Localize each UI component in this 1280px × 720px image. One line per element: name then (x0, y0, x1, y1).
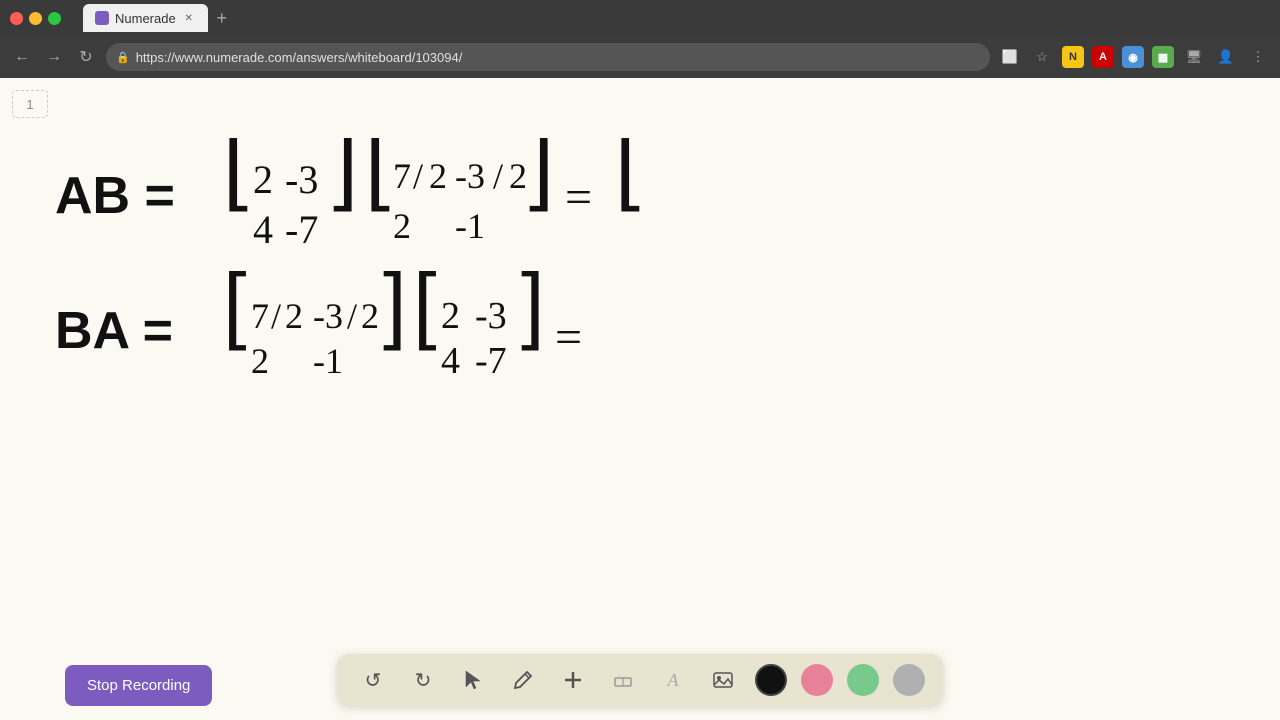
svg-text:2: 2 (441, 295, 460, 337)
svg-text:[: [ (223, 257, 247, 352)
add-button[interactable] (555, 662, 591, 698)
svg-text:-7: -7 (285, 207, 318, 252)
svg-text:-1: -1 (313, 341, 343, 381)
extension-icon-4[interactable]: ▦ (1152, 46, 1174, 68)
color-pink[interactable] (801, 664, 833, 696)
svg-text:/: / (413, 156, 423, 196)
svg-text:2: 2 (285, 296, 303, 336)
back-button[interactable]: ← (10, 45, 34, 69)
svg-text:]: ] (383, 257, 407, 352)
select-tool-button[interactable] (455, 662, 491, 698)
bookmark-button[interactable]: ☆ (1030, 45, 1054, 69)
svg-text:[: [ (223, 138, 248, 213)
browser-frame: Numerade ✕ + ← → ↻ 🔒 https://www.numerad… (0, 0, 1280, 720)
tab-bar: Numerade ✕ + (75, 4, 1270, 32)
svg-text:]: ] (333, 138, 358, 213)
svg-text:4: 4 (253, 207, 273, 252)
active-tab[interactable]: Numerade ✕ (83, 4, 208, 32)
tab-close-button[interactable]: ✕ (182, 11, 196, 25)
color-gray[interactable] (893, 664, 925, 696)
stop-recording-button[interactable]: Stop Recording (65, 665, 212, 706)
extension-icon-2[interactable]: A (1092, 46, 1114, 68)
eraser-button[interactable] (605, 662, 641, 698)
svg-text:[: [ (365, 138, 390, 213)
menu-button[interactable]: ⋮ (1246, 45, 1270, 69)
profile-button[interactable]: 👤 (1214, 45, 1238, 69)
svg-text:[: [ (615, 138, 640, 213)
text-button[interactable]: A (655, 662, 691, 698)
color-green-circle[interactable] (847, 664, 879, 696)
svg-text:2: 2 (251, 341, 269, 381)
cast-button[interactable]: ⬜ (998, 45, 1022, 69)
monitor-button[interactable]: 🖥 (1182, 45, 1206, 69)
traffic-lights (10, 12, 61, 25)
title-bar: Numerade ✕ + (0, 0, 1280, 36)
svg-text:-3: -3 (455, 156, 485, 196)
svg-text:-7: -7 (475, 340, 507, 382)
svg-text:2: 2 (361, 296, 379, 336)
svg-text:-3: -3 (313, 296, 343, 336)
svg-text:7: 7 (393, 156, 411, 196)
svg-text:/: / (347, 296, 357, 336)
svg-text:2: 2 (393, 206, 411, 246)
svg-text:7: 7 (251, 296, 269, 336)
svg-text:-3: -3 (285, 157, 318, 202)
page-number: 1 (12, 90, 48, 118)
svg-text:]: ] (521, 257, 545, 352)
svg-text:-3: -3 (475, 295, 507, 337)
svg-text:]: ] (529, 138, 554, 213)
nav-bar: ← → ↻ 🔒 https://www.numerade.com/answers… (0, 36, 1280, 78)
svg-text:-1: -1 (455, 206, 485, 246)
svg-text:BA =: BA = (55, 302, 173, 360)
refresh-button[interactable]: ↻ (74, 45, 98, 69)
tab-title: Numerade (115, 11, 176, 26)
extension-icon-1[interactable]: N (1062, 46, 1084, 68)
pen-tool-button[interactable] (505, 662, 541, 698)
extension-icon-3[interactable]: ◉ (1122, 46, 1144, 68)
nav-icons: ⬜ ☆ N A ◉ ▦ 🖥 👤 ⋮ (998, 45, 1270, 69)
close-button[interactable] (10, 12, 23, 25)
svg-text:2: 2 (253, 157, 273, 202)
svg-text:2: 2 (509, 156, 527, 196)
redo-button[interactable]: ↻ (405, 662, 441, 698)
tab-favicon (95, 11, 109, 25)
svg-text:4: 4 (441, 340, 460, 382)
url-text: https://www.numerade.com/answers/whitebo… (136, 50, 463, 65)
forward-button[interactable]: → (42, 45, 66, 69)
bottom-toolbar: ↺ ↻ (337, 654, 943, 706)
new-tab-button[interactable]: + (208, 4, 236, 32)
svg-text:/: / (493, 156, 503, 196)
undo-button[interactable]: ↺ (355, 662, 391, 698)
color-black[interactable] (755, 664, 787, 696)
math-content: AB = [ 2 -3 4 -7 ] [ 7 (55, 138, 675, 483)
image-button[interactable] (705, 662, 741, 698)
svg-text:=: = (565, 171, 592, 224)
content-area: 1 AB = [ 2 -3 4 -7 ] (0, 78, 1280, 720)
maximize-button[interactable] (48, 12, 61, 25)
lock-icon: 🔒 (116, 51, 130, 64)
whiteboard[interactable]: 1 AB = [ 2 -3 4 -7 ] (0, 78, 1280, 720)
url-bar[interactable]: 🔒 https://www.numerade.com/answers/white… (106, 43, 990, 71)
svg-text:/: / (271, 296, 281, 336)
svg-text:=: = (555, 311, 582, 364)
svg-text:[: [ (413, 257, 437, 352)
svg-text:AB =: AB = (55, 167, 175, 225)
minimize-button[interactable] (29, 12, 42, 25)
svg-text:2: 2 (429, 156, 447, 196)
